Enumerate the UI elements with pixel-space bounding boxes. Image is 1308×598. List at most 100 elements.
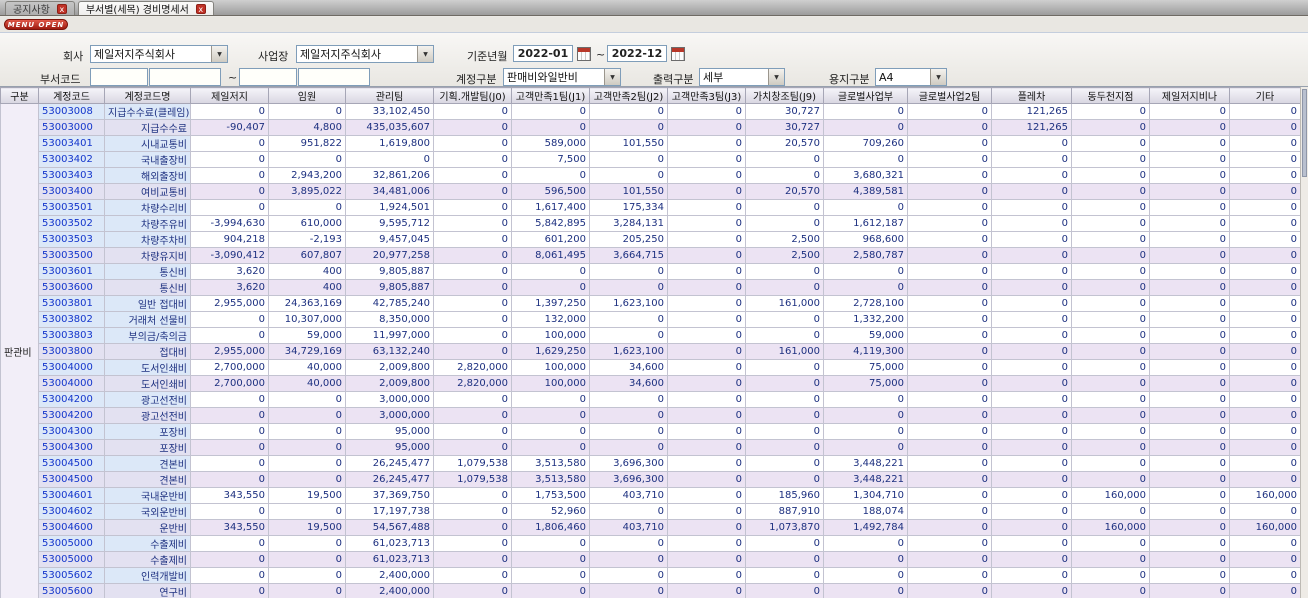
amount-cell: 0 — [991, 439, 1072, 456]
table-row[interactable]: 53003802 거래처 선물비 0 10,307,000 8,350,000 0 132,… — [1, 311, 1301, 328]
workplace-select[interactable]: 제일저지주식회사 ▼ — [296, 45, 434, 63]
calendar-icon[interactable] — [577, 47, 591, 61]
table-row[interactable]: 53004600 운반비 343,550 19,500 54,567,488 0 1,806… — [1, 519, 1301, 536]
account-code[interactable]: 53004500 — [38, 455, 105, 472]
table-row[interactable]: 53004300 포장비 0 0 95,000 0 0 0 0 0 0 0 0 0 0 0 — [1, 439, 1301, 456]
account-code[interactable]: 53003801 — [38, 295, 105, 312]
account-code[interactable]: 53003403 — [38, 167, 105, 184]
table-row[interactable]: 53003800 접대비 2,955,000 34,729,169 63,132,240… — [1, 343, 1301, 360]
table-row[interactable]: 53003502 차량주유비 -3,994,630 610,000 9,595,712 0… — [1, 215, 1301, 232]
amount-cell: 54,567,488 — [345, 519, 434, 536]
table-row[interactable]: 53003403 해외출장비 0 2,943,200 32,861,206 0 0 0 0 0 3,… — [1, 167, 1301, 184]
table-row[interactable]: 53003601 통신비 3,620 400 9,805,887 0 0 0 0 0 0 0 0 0 0 0 — [1, 263, 1301, 280]
amount-cell: 5,842,895 — [511, 215, 590, 232]
tab-expense-report[interactable]: 부서별(세목) 경비명세서 x — [77, 1, 214, 16]
table-row[interactable]: 53003600 통신비 3,620 400 9,805,887 0 0 0 0 0 0 0 0 0 0 0 — [1, 279, 1301, 296]
account-code[interactable]: 53003402 — [38, 151, 105, 168]
table-row[interactable]: 53004000 도서인쇄비 2,700,000 40,000 2,009,800 2,8… — [1, 359, 1301, 376]
table-row[interactable]: 53003402 국내출장비 0 0 0 0 7,500 0 0 0 0 0 0 0 0 0 — [1, 151, 1301, 168]
table-row[interactable]: 53005000 수출제비 0 0 61,023,713 0 0 0 0 0 0 0 0 0 0 0 — [1, 551, 1301, 568]
tab-close-icon[interactable]: x — [56, 3, 67, 14]
table-row[interactable]: 53005000 수출제비 0 0 61,023,713 0 0 0 0 0 0 0 0 0 0 0 — [1, 535, 1301, 552]
calendar-icon[interactable] — [671, 47, 685, 61]
column-header: 제일저지 — [190, 87, 269, 104]
account-code[interactable]: 53004600 — [38, 519, 105, 536]
dept-tilde: ~ — [228, 71, 238, 84]
account-code[interactable]: 53004300 — [38, 423, 105, 440]
amount-cell: 3,680,321 — [823, 167, 908, 184]
table-row[interactable]: 53004200 광고선전비 0 0 3,000,000 0 0 0 0 0 0 0 0 0 0 0 — [1, 391, 1301, 408]
amount-cell: 0 — [991, 423, 1072, 440]
account-code[interactable]: 53003008 — [38, 103, 105, 120]
table-row[interactable]: 53004601 국내운반비 343,550 19,500 37,369,750 0 1,7… — [1, 487, 1301, 504]
account-code[interactable]: 53004500 — [38, 471, 105, 488]
account-name: 국외운반비 — [104, 503, 191, 520]
table-row[interactable]: 53004200 광고선전비 0 0 3,000,000 0 0 0 0 0 0 0 0 0 0 0 — [1, 407, 1301, 424]
account-code[interactable]: 53005000 — [38, 551, 105, 568]
amount-cell: 0 — [433, 167, 512, 184]
table-row[interactable]: 판관비 53003008 지급수수료(클레임) 0 0 33,102,450 0 0 0 0 30,… — [0, 103, 1301, 598]
table-row[interactable]: 53004000 도서인쇄비 2,700,000 40,000 2,009,800 2,8… — [1, 375, 1301, 392]
table-row[interactable]: 53005602 인력개발비 0 0 2,400,000 0 0 0 0 0 0 0 0 0 0 0 — [1, 567, 1301, 584]
account-code[interactable]: 53003502 — [38, 215, 105, 232]
account-code[interactable]: 53004000 — [38, 359, 105, 376]
table-row[interactable]: 53003401 시내교통비 0 951,822 1,619,800 0 589,000 10… — [1, 135, 1301, 152]
menu-open-button[interactable]: MENU OPEN — [4, 19, 68, 30]
amount-cell: 0 — [268, 455, 346, 472]
paper-type-select[interactable]: A4 ▼ — [875, 68, 947, 86]
scrollbar-thumb[interactable] — [1302, 89, 1307, 177]
account-code[interactable]: 53005600 — [38, 583, 105, 598]
period-from-input[interactable]: 2022-01 — [513, 45, 573, 62]
amount-cell: 20,570 — [745, 183, 824, 200]
account-code[interactable]: 53003601 — [38, 263, 105, 280]
account-code[interactable]: 53004200 — [38, 391, 105, 408]
output-type-select[interactable]: 세부 ▼ — [699, 68, 785, 86]
account-code[interactable]: 53003600 — [38, 279, 105, 296]
amount-cell: 0 — [1149, 215, 1230, 232]
table-row[interactable]: 53003500 차량유지비 -3,090,412 607,807 20,977,258… — [1, 247, 1301, 264]
dept-code-from-input[interactable] — [90, 68, 148, 86]
vertical-scrollbar[interactable] — [1300, 87, 1308, 598]
account-code[interactable]: 53004200 — [38, 407, 105, 424]
table-row[interactable]: 53004500 견본비 0 0 26,245,477 1,079,538 3,513,58… — [1, 471, 1301, 488]
period-to-input[interactable]: 2022-12 — [607, 45, 667, 62]
dept-code-to-input[interactable] — [239, 68, 297, 86]
account-code[interactable]: 53003503 — [38, 231, 105, 248]
amount-cell: 0 — [667, 263, 746, 280]
amount-cell: 0 — [1229, 311, 1301, 328]
table-row[interactable]: 53003501 차량수리비 0 0 1,924,501 0 1,617,400 175,33… — [1, 199, 1301, 216]
table-row[interactable]: 53003503 차량주차비 904,218 -2,193 9,457,045 0 601,… — [1, 231, 1301, 248]
account-code[interactable]: 53003800 — [38, 343, 105, 360]
account-code[interactable]: 53003000 — [38, 119, 105, 136]
tab-close-icon[interactable]: x — [195, 3, 206, 14]
table-row[interactable]: 53003000 지급수수료 -90,407 4,800 435,035,607 0 0 0 0… — [1, 119, 1301, 136]
tab-notice[interactable]: 공지사항 x — [5, 1, 75, 16]
table-row[interactable]: 53004500 견본비 0 0 26,245,477 1,079,538 3,513,58… — [1, 455, 1301, 472]
dept-name-to-input[interactable] — [298, 68, 370, 86]
table-row[interactable]: 53005600 연구비 0 0 2,400,000 0 0 0 0 0 0 0 0 0 0 0 — [1, 583, 1301, 598]
amount-cell: 63,132,240 — [345, 343, 434, 360]
account-type-select[interactable]: 판매비와일반비 ▼ — [503, 68, 621, 86]
dept-name-from-input[interactable] — [149, 68, 221, 86]
amount-cell: 9,805,887 — [345, 279, 434, 296]
account-code[interactable]: 53003400 — [38, 183, 105, 200]
account-code[interactable]: 53004601 — [38, 487, 105, 504]
table-row[interactable]: 53003803 부의금/축의금 0 59,000 11,997,000 0 100,000… — [1, 327, 1301, 344]
amount-cell: 0 — [1149, 455, 1230, 472]
account-code[interactable]: 53004602 — [38, 503, 105, 520]
account-code[interactable]: 53003501 — [38, 199, 105, 216]
account-code[interactable]: 53003803 — [38, 327, 105, 344]
company-label: 회사 — [63, 50, 84, 63]
table-row[interactable]: 53003801 일반 접대비 2,955,000 24,363,169 42,785,… — [1, 295, 1301, 312]
account-code[interactable]: 53003802 — [38, 311, 105, 328]
table-row[interactable]: 53004602 국외운반비 0 0 17,197,738 0 52,960 0 0 887,91… — [1, 503, 1301, 520]
account-code[interactable]: 53003500 — [38, 247, 105, 264]
account-code[interactable]: 53003401 — [38, 135, 105, 152]
account-code[interactable]: 53004000 — [38, 375, 105, 392]
table-row[interactable]: 53003400 여비교통비 0 3,895,022 34,481,006 0 596,50… — [1, 183, 1301, 200]
account-code[interactable]: 53005000 — [38, 535, 105, 552]
account-code[interactable]: 53004300 — [38, 439, 105, 456]
company-select[interactable]: 제일저지주식회사 ▼ — [90, 45, 228, 63]
account-code[interactable]: 53005602 — [38, 567, 105, 584]
table-row[interactable]: 53004300 포장비 0 0 95,000 0 0 0 0 0 0 0 0 0 0 0 — [1, 423, 1301, 440]
